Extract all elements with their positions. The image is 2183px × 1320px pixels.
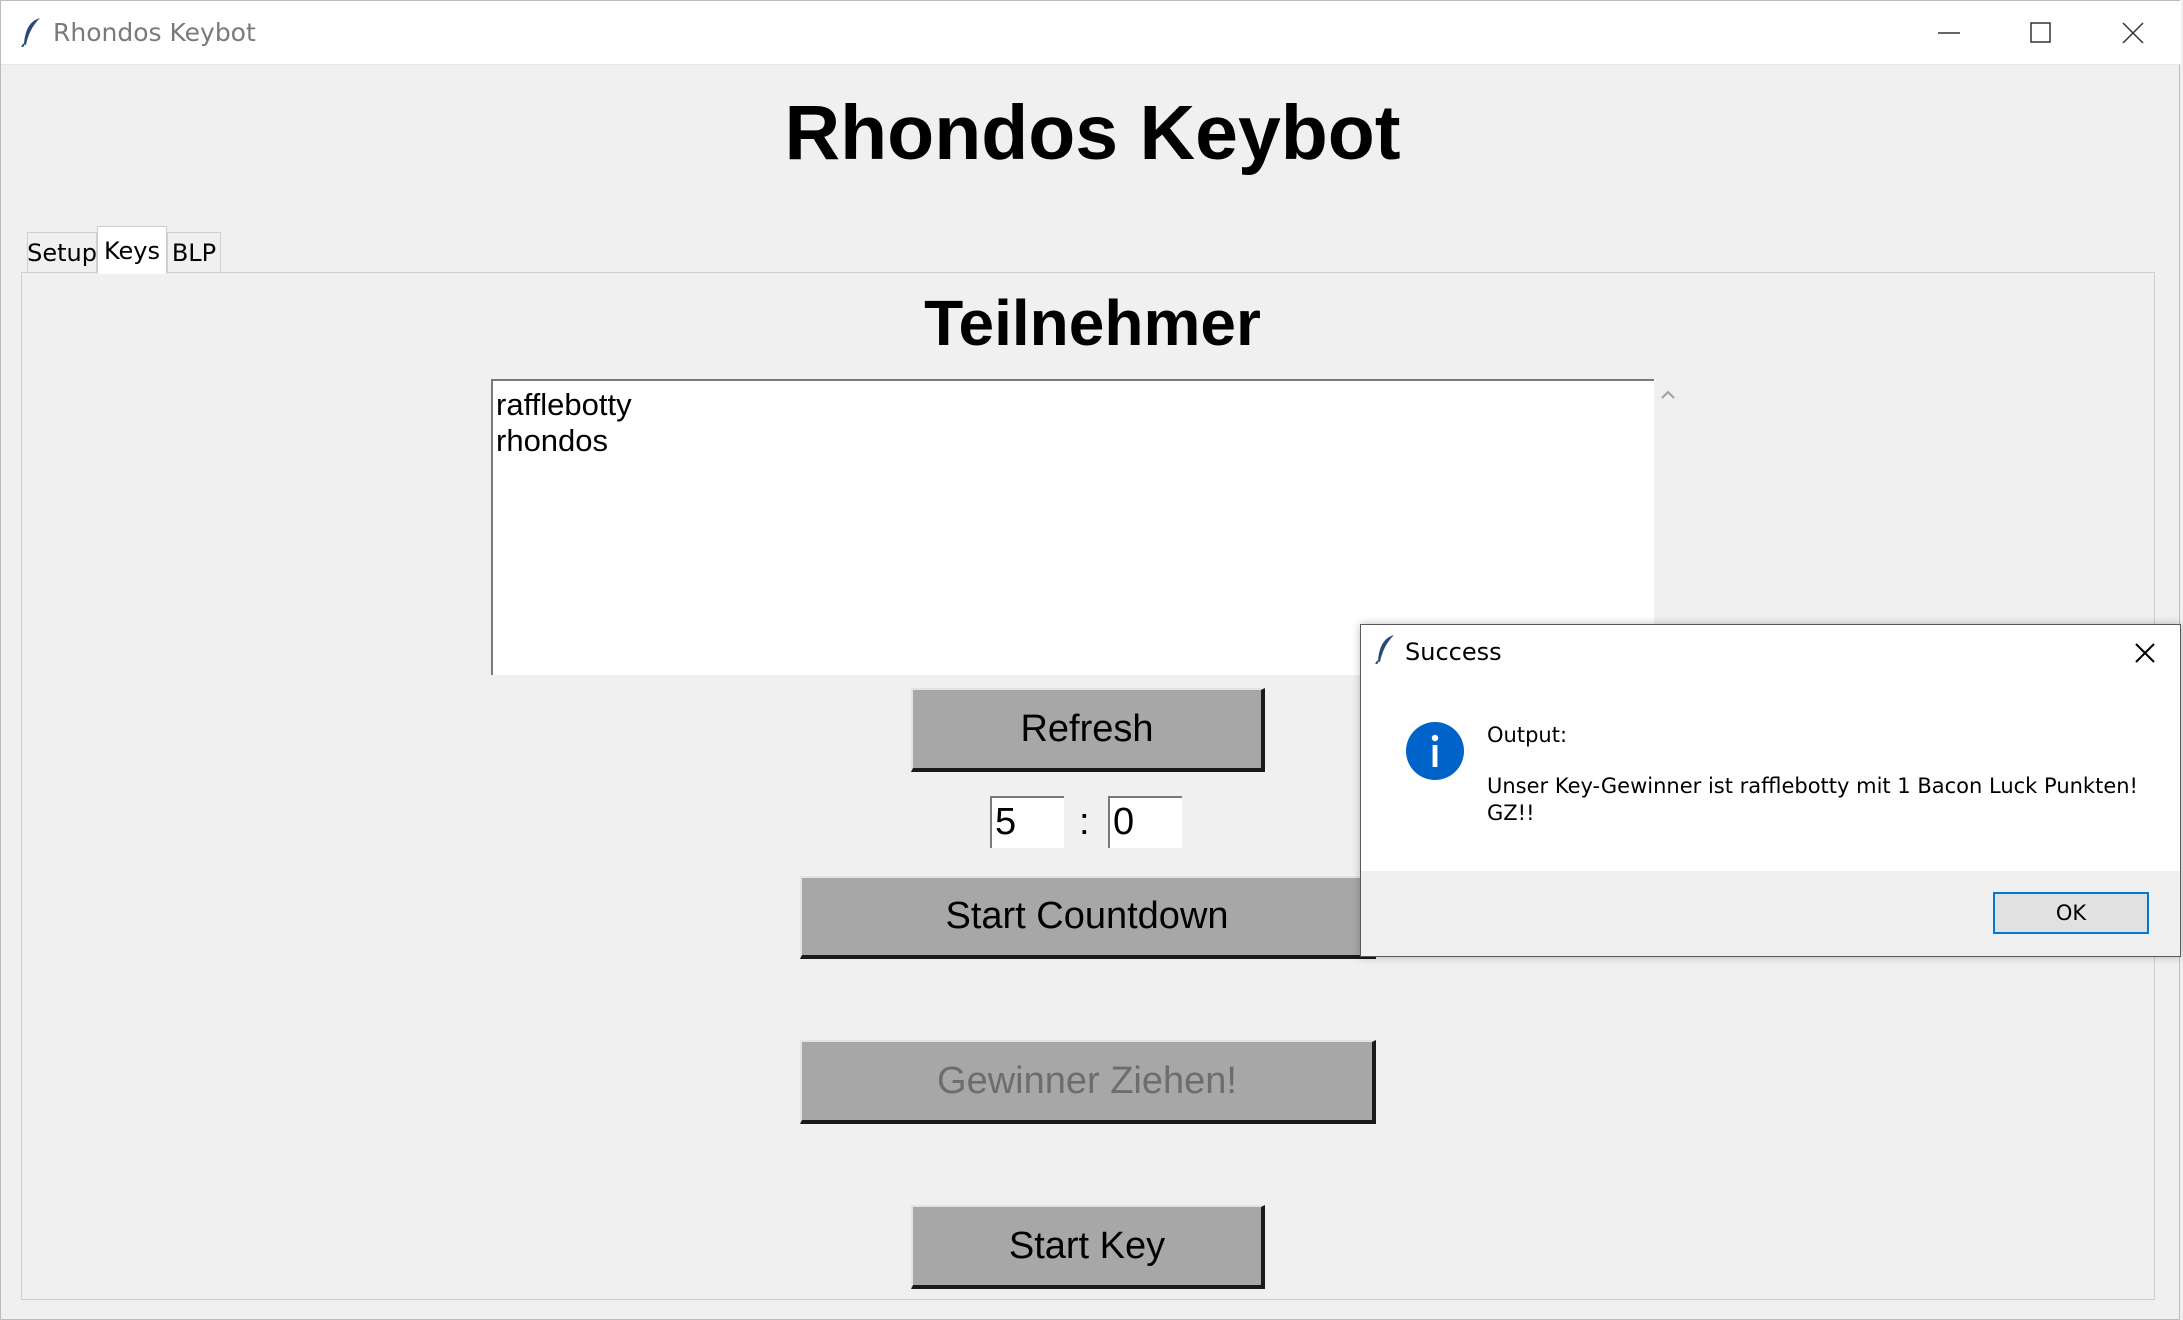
feather-icon — [21, 17, 43, 48]
dialog-message: Unser Key-Gewinner ist rafflebotty mit 1… — [1487, 774, 2138, 825]
maximize-button[interactable] — [1995, 1, 2087, 65]
dialog-close-button[interactable] — [2125, 633, 2165, 673]
participants-heading: Teilnehmer — [924, 287, 1261, 359]
refresh-button[interactable]: Refresh — [911, 688, 1265, 772]
feather-icon — [1375, 634, 1397, 665]
minutes-entry[interactable]: 5 — [990, 796, 1064, 848]
tab-keys[interactable]: Keys — [97, 226, 167, 274]
dialog-heading: Output: — [1487, 723, 1568, 747]
close-button[interactable] — [2087, 1, 2179, 65]
window-title: Rhondos Keybot — [53, 18, 256, 47]
seconds-entry[interactable]: 0 — [1108, 796, 1182, 848]
scroll-up-arrow[interactable] — [1657, 384, 1679, 406]
app-heading: Rhondos Keybot — [784, 90, 1401, 176]
close-icon — [2135, 643, 2155, 663]
ok-button[interactable]: OK — [1993, 892, 2149, 934]
close-icon — [2122, 22, 2144, 44]
minimize-button[interactable] — [1903, 1, 1995, 65]
maximize-icon — [2030, 22, 2051, 43]
tab-blp[interactable]: BLP — [167, 232, 221, 272]
list-item[interactable]: rhondos — [496, 423, 1654, 459]
draw-winner-button: Gewinner Ziehen! — [800, 1040, 1376, 1124]
list-item[interactable]: rafflebotty — [496, 387, 1654, 423]
start-countdown-button[interactable]: Start Countdown — [800, 876, 1376, 959]
title-bar: Rhondos Keybot — [1, 1, 2181, 65]
dialog-title: Success — [1405, 638, 1502, 666]
minimize-icon — [1938, 32, 1960, 34]
tab-setup[interactable]: Setup — [27, 232, 97, 272]
chevron-up-icon — [1661, 390, 1675, 399]
success-dialog: Success Output: Unser Key-Gewinner ist r… — [1360, 624, 2181, 957]
time-separator: : — [1079, 801, 1090, 843]
info-icon — [1406, 722, 1464, 780]
start-key-button[interactable]: Start Key — [911, 1205, 1265, 1289]
